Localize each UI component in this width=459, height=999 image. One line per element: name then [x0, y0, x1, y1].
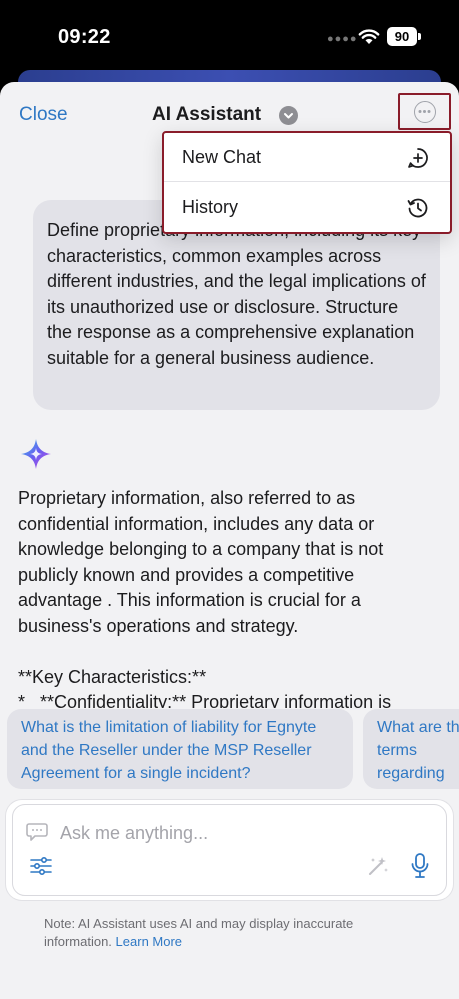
microphone-icon[interactable]: [411, 853, 429, 879]
more-icon: [414, 101, 436, 123]
title-chevron-button[interactable]: [279, 106, 298, 125]
ai-assistant-sheet: Close AI Assistant New Chat History Defi…: [0, 82, 459, 999]
menu-item-history[interactable]: History: [164, 183, 450, 232]
chat-bubble-icon: [26, 823, 48, 841]
status-time: 09:22: [58, 26, 111, 48]
status-bar: 09:22 ●●●● 90: [0, 0, 459, 70]
learn-more-link[interactable]: Learn More: [116, 934, 182, 949]
assistant-response: Proprietary information, also referred t…: [18, 488, 392, 708]
ask-input[interactable]: [60, 820, 380, 846]
filter-settings-icon[interactable]: [30, 856, 52, 876]
signal-dots-icon: ●●●●: [327, 33, 358, 45]
close-button[interactable]: Close: [19, 104, 68, 126]
battery-tip: [418, 33, 421, 40]
magic-wand-icon[interactable]: [367, 855, 389, 877]
options-menu: New Chat History: [162, 131, 452, 234]
more-options-button[interactable]: [398, 93, 451, 130]
chat-input-container: [6, 800, 453, 900]
ai-sparkle-icon: [21, 439, 51, 469]
input-border: [12, 804, 447, 896]
history-icon: [407, 198, 428, 218]
suggestion-chip[interactable]: What are the terms regarding the Egnyte'…: [363, 709, 459, 789]
disclaimer-text: Note: AI Assistant uses AI and may displ…: [44, 916, 354, 949]
suggestion-chip[interactable]: What is the limitation of liability for …: [7, 709, 353, 789]
menu-item-label: History: [182, 197, 239, 217]
page-title: AI Assistant: [152, 104, 262, 125]
disclaimer: Note: AI Assistant uses AI and may displ…: [44, 915, 424, 951]
chevron-down-icon: [284, 113, 293, 119]
new-chat-icon: [408, 148, 428, 168]
battery-indicator: 90: [387, 27, 417, 46]
wifi-icon: [358, 29, 380, 44]
menu-item-new-chat[interactable]: New Chat: [164, 133, 450, 182]
menu-item-label: New Chat: [182, 147, 262, 167]
